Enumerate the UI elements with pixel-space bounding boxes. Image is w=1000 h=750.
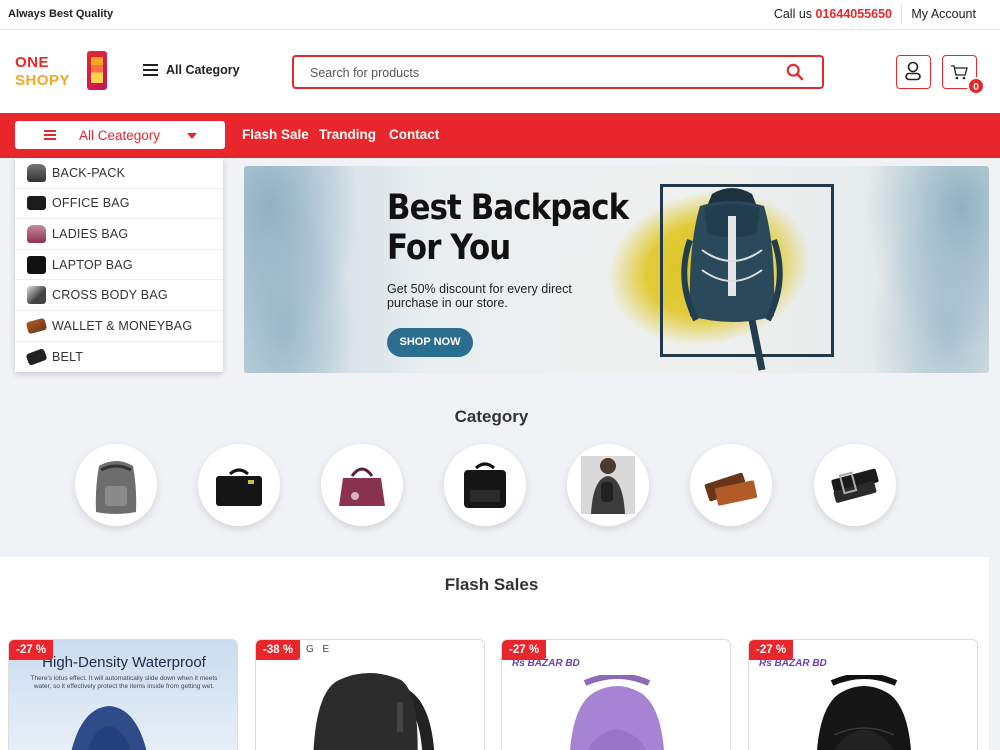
- flash-sales-section: Flash Sales -27 % High-Density Waterproo…: [0, 557, 989, 750]
- user-button[interactable]: [896, 55, 931, 89]
- hero-banner[interactable]: Best Backpack For You Get 50% discount fo…: [244, 166, 989, 373]
- category-menu-label: BACK-PACK: [52, 165, 126, 180]
- menu-icon: [143, 64, 158, 76]
- logo-text-shopy: SHOPY: [15, 72, 71, 89]
- cart-count-badge: 0: [967, 77, 985, 95]
- caret-down-icon: [187, 133, 197, 139]
- call-label: Call us: [773, 7, 813, 21]
- call-us: Call us 01644055650: [774, 7, 892, 21]
- header: ONE SHOPY All Category: [0, 30, 1000, 113]
- category-menu-item-ladies-bag[interactable]: LADIES BAG: [15, 219, 223, 250]
- belt-thumb-icon: [25, 347, 48, 366]
- discount-badge: -27 %: [502, 640, 547, 660]
- category-menu-label: CROSS BODY BAG: [52, 288, 168, 303]
- all-category-button[interactable]: All Category: [143, 63, 240, 77]
- shop-now-button[interactable]: SHOP NOW: [387, 328, 473, 357]
- category-circle-laptop-bag[interactable]: [444, 444, 526, 526]
- category-menu-label: LAPTOP BAG: [52, 257, 133, 272]
- ladies-bag-icon: [339, 467, 385, 506]
- cross-body-bag-icon: [581, 456, 635, 514]
- main-nav: All Ceategory Flash Sale Tranding Contac…: [0, 113, 1000, 158]
- category-circle-backpack[interactable]: [75, 444, 157, 526]
- category-circle-ladies-bag[interactable]: [321, 444, 403, 526]
- product-brand: G E: [306, 644, 333, 655]
- category-menu-item-office-bag[interactable]: OFFICE BAG: [15, 189, 223, 220]
- my-account-link[interactable]: My Account: [911, 7, 976, 21]
- logo[interactable]: ONE SHOPY: [15, 51, 110, 94]
- ladies-bag-thumb-icon: [27, 224, 46, 243]
- category-dropdown[interactable]: All Ceategory: [15, 121, 225, 149]
- wallet-thumb-icon: [25, 317, 48, 335]
- hero-title-line1: Best Backpack: [387, 188, 629, 228]
- banner-paint-splash: [849, 166, 989, 373]
- belt-icon: [831, 468, 879, 503]
- discount-badge: -27 %: [9, 640, 54, 660]
- logo-text-one: ONE: [15, 54, 50, 71]
- hero-subtitle: Get 50% discount for every direct purcha…: [387, 282, 572, 310]
- search-input[interactable]: [310, 64, 750, 82]
- all-category-label: All Category: [166, 63, 240, 77]
- backpack-image: [313, 673, 435, 750]
- user-icon: [905, 61, 921, 81]
- nav-tranding[interactable]: Tranding: [319, 127, 376, 142]
- divider: [901, 4, 902, 24]
- product-card[interactable]: -38 % G E: [255, 639, 485, 750]
- product-card[interactable]: -27 % Rs BAZAR BD: [748, 639, 978, 750]
- backpack-image: [817, 675, 911, 750]
- hero-title-line2: For You: [387, 228, 511, 268]
- product-caption-sub: There's lotus effect. It will automatica…: [30, 675, 218, 690]
- banner-paint-splash: [244, 166, 374, 373]
- category-menu-label: WALLET & MONEYBAG: [52, 318, 193, 333]
- category-menu-item-laptop-bag[interactable]: LAPTOP BAG: [15, 250, 223, 281]
- category-menu-item-cross-body-bag[interactable]: CROSS BODY BAG: [15, 280, 223, 311]
- category-section-title: Category: [454, 407, 529, 426]
- category-menu-label: OFFICE BAG: [52, 196, 130, 211]
- nav-contact[interactable]: Contact: [389, 127, 439, 142]
- laptop-bag-thumb-icon: [27, 255, 46, 274]
- category-circle-wallet[interactable]: [690, 444, 772, 526]
- tagline: Always Best Quality: [8, 8, 114, 20]
- top-bar: Always Best Quality Call us 01644055650 …: [0, 0, 1000, 30]
- backpack-image: [71, 706, 147, 750]
- hero-title: Best Backpack For You: [387, 188, 629, 268]
- laptop-bag-icon: [464, 462, 506, 508]
- category-circle-cross-body-bag[interactable]: [567, 444, 649, 526]
- office-bag-thumb-icon: [27, 196, 46, 211]
- backpack-icon: [95, 461, 137, 514]
- category-menu-item-wallet[interactable]: WALLET & MONEYBAG: [15, 311, 223, 342]
- category-menu-label: BELT: [52, 349, 84, 364]
- category-circle-belt[interactable]: [814, 444, 896, 526]
- logo-phone-icon: [87, 51, 107, 90]
- category-circle-office-bag[interactable]: [198, 444, 280, 526]
- product-card[interactable]: -27 % Rs BAZAR BD: [501, 639, 731, 750]
- category-menu: BACK-PACK OFFICE BAG LADIES BAG LAPTOP B…: [15, 158, 223, 372]
- backpack-image: [570, 675, 664, 750]
- office-bag-icon: [216, 468, 262, 506]
- phone-number[interactable]: 01644055650: [816, 7, 892, 21]
- search-box: [292, 55, 824, 89]
- category-menu-item-backpack[interactable]: BACK-PACK: [15, 158, 223, 189]
- discount-badge: -38 %: [256, 640, 301, 660]
- backpack-image: [681, 188, 783, 371]
- nav-flash-sale[interactable]: Flash Sale: [242, 127, 309, 142]
- wallet-icon: [704, 472, 758, 506]
- category-dropdown-label: All Ceategory: [79, 128, 161, 143]
- category-menu-item-belt[interactable]: BELT: [15, 342, 223, 373]
- discount-badge: -27 %: [749, 640, 794, 660]
- search-icon[interactable]: [786, 63, 804, 81]
- flash-sales-title: Flash Sales: [444, 575, 539, 594]
- menu-icon: [44, 130, 56, 140]
- cross-body-bag-thumb-icon: [27, 286, 46, 305]
- category-menu-label: LADIES BAG: [52, 226, 129, 241]
- product-card[interactable]: -27 % High-Density Waterproof There's lo…: [8, 639, 238, 750]
- backpack-thumb-icon: [27, 163, 46, 182]
